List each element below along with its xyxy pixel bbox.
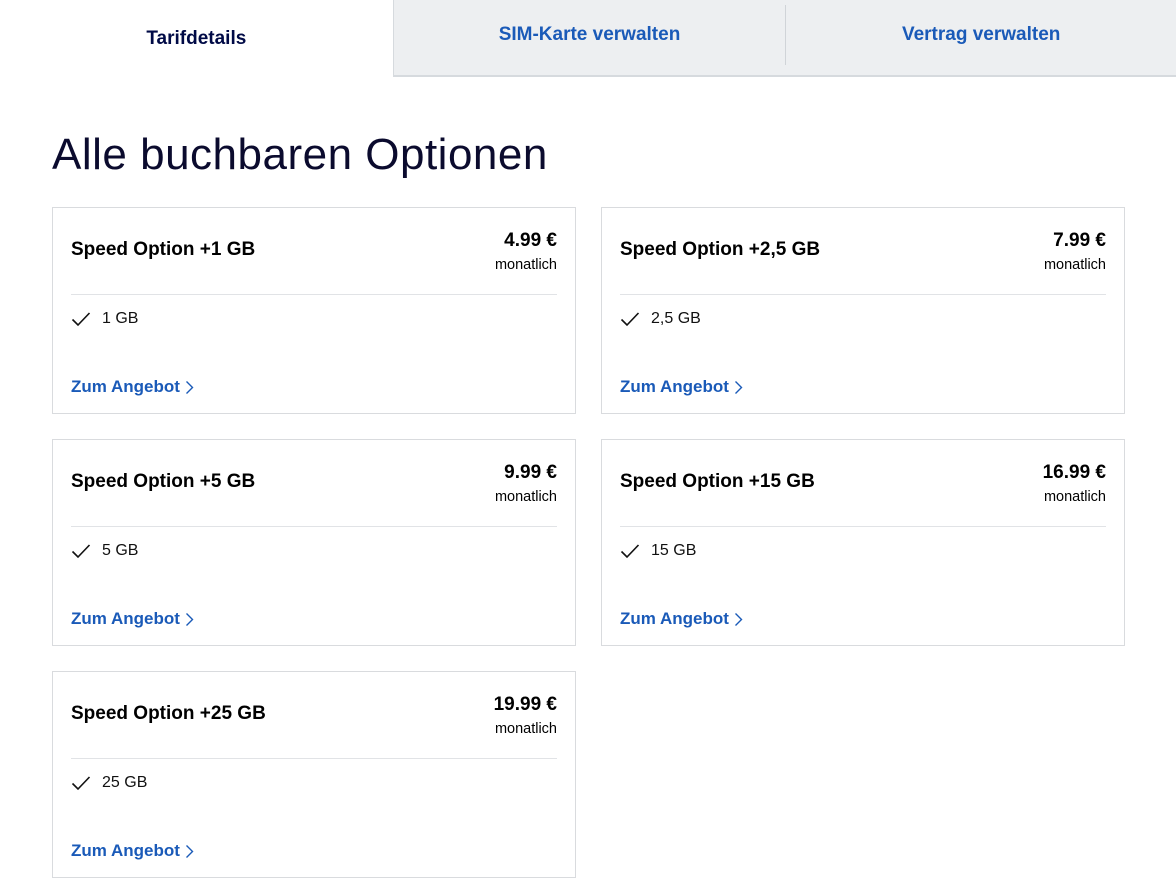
card-price: 16.99 € [1042, 462, 1106, 483]
card-title: Speed Option +1 GB [71, 239, 256, 260]
chevron-right-icon [185, 380, 194, 394]
check-icon [71, 312, 91, 327]
card-header: Speed Option +15 GB 16.99 € monatlich [620, 440, 1106, 527]
card-header: Speed Option +1 GB 4.99 € monatlich [71, 208, 557, 295]
chevron-right-icon [734, 380, 743, 394]
cta-label: Zum Angebot [620, 377, 729, 396]
card-title: Speed Option +25 GB [71, 703, 266, 724]
cta-label: Zum Angebot [620, 609, 729, 628]
tab-tarifdetails[interactable]: Tarifdetails [0, 0, 393, 76]
card-feature-text: 5 GB [102, 542, 139, 559]
option-card: Speed Option +2,5 GB 7.99 € monatlich 2,… [601, 207, 1125, 414]
zum-angebot-link[interactable]: Zum Angebot [71, 609, 194, 629]
tab-sim-karte-verwalten[interactable]: SIM-Karte verwalten [392, 0, 786, 77]
check-icon [71, 544, 91, 559]
card-price-period: monatlich [494, 721, 557, 737]
page-title: Alle buchbaren Optionen [52, 130, 548, 179]
card-header: Speed Option +25 GB 19.99 € monatlich [71, 672, 557, 759]
card-feature-text: 25 GB [102, 774, 148, 791]
zum-angebot-link[interactable]: Zum Angebot [620, 377, 743, 397]
card-price-period: monatlich [494, 489, 557, 505]
tab-vertrag-verwalten[interactable]: Vertrag verwalten [786, 0, 1176, 77]
card-price: 7.99 € [1053, 230, 1106, 251]
option-card: Speed Option +25 GB 19.99 € monatlich 25… [52, 671, 576, 878]
card-feature-text: 2,5 GB [651, 310, 701, 327]
card-price: 19.99 € [493, 694, 557, 715]
zum-angebot-link[interactable]: Zum Angebot [71, 841, 194, 861]
page: Tarifdetails SIM-Karte verwalten Vertrag… [0, 0, 1176, 890]
card-title: Speed Option +5 GB [71, 471, 256, 492]
tab-label: Tarifdetails [146, 28, 247, 49]
cta-label: Zum Angebot [71, 841, 180, 860]
card-feature: 5 GB [71, 542, 138, 560]
option-card: Speed Option +15 GB 16.99 € monatlich 15… [601, 439, 1125, 646]
check-icon [71, 776, 91, 791]
tab-label: Vertrag verwalten [901, 23, 1061, 45]
tab-label: SIM-Karte verwalten [498, 23, 681, 45]
chevron-right-icon [185, 612, 194, 626]
card-header: Speed Option +5 GB 9.99 € monatlich [71, 440, 557, 527]
cta-label: Zum Angebot [71, 377, 180, 396]
card-feature: 15 GB [620, 542, 696, 560]
card-feature-text: 15 GB [651, 542, 697, 559]
card-feature: 25 GB [71, 774, 147, 792]
zum-angebot-link[interactable]: Zum Angebot [71, 377, 194, 397]
card-header: Speed Option +2,5 GB 7.99 € monatlich [620, 208, 1106, 295]
card-price-period: monatlich [1043, 489, 1106, 505]
card-feature-text: 1 GB [102, 310, 139, 327]
card-price-period: monatlich [494, 257, 557, 273]
chevron-right-icon [185, 844, 194, 858]
card-price: 4.99 € [504, 230, 557, 251]
card-title: Speed Option +2,5 GB [620, 239, 821, 260]
card-feature: 2,5 GB [620, 310, 701, 328]
card-price-period: monatlich [1043, 257, 1106, 273]
zum-angebot-link[interactable]: Zum Angebot [620, 609, 743, 629]
option-card: Speed Option +5 GB 9.99 € monatlich 5 GB… [52, 439, 576, 646]
tab-bar: Tarifdetails SIM-Karte verwalten Vertrag… [0, 0, 1176, 77]
check-icon [620, 312, 640, 327]
card-title: Speed Option +15 GB [620, 471, 815, 492]
card-price: 9.99 € [504, 462, 557, 483]
chevron-right-icon [734, 612, 743, 626]
check-icon [620, 544, 640, 559]
cta-label: Zum Angebot [71, 609, 180, 628]
card-feature: 1 GB [71, 310, 138, 328]
option-card: Speed Option +1 GB 4.99 € monatlich 1 GB… [52, 207, 576, 414]
